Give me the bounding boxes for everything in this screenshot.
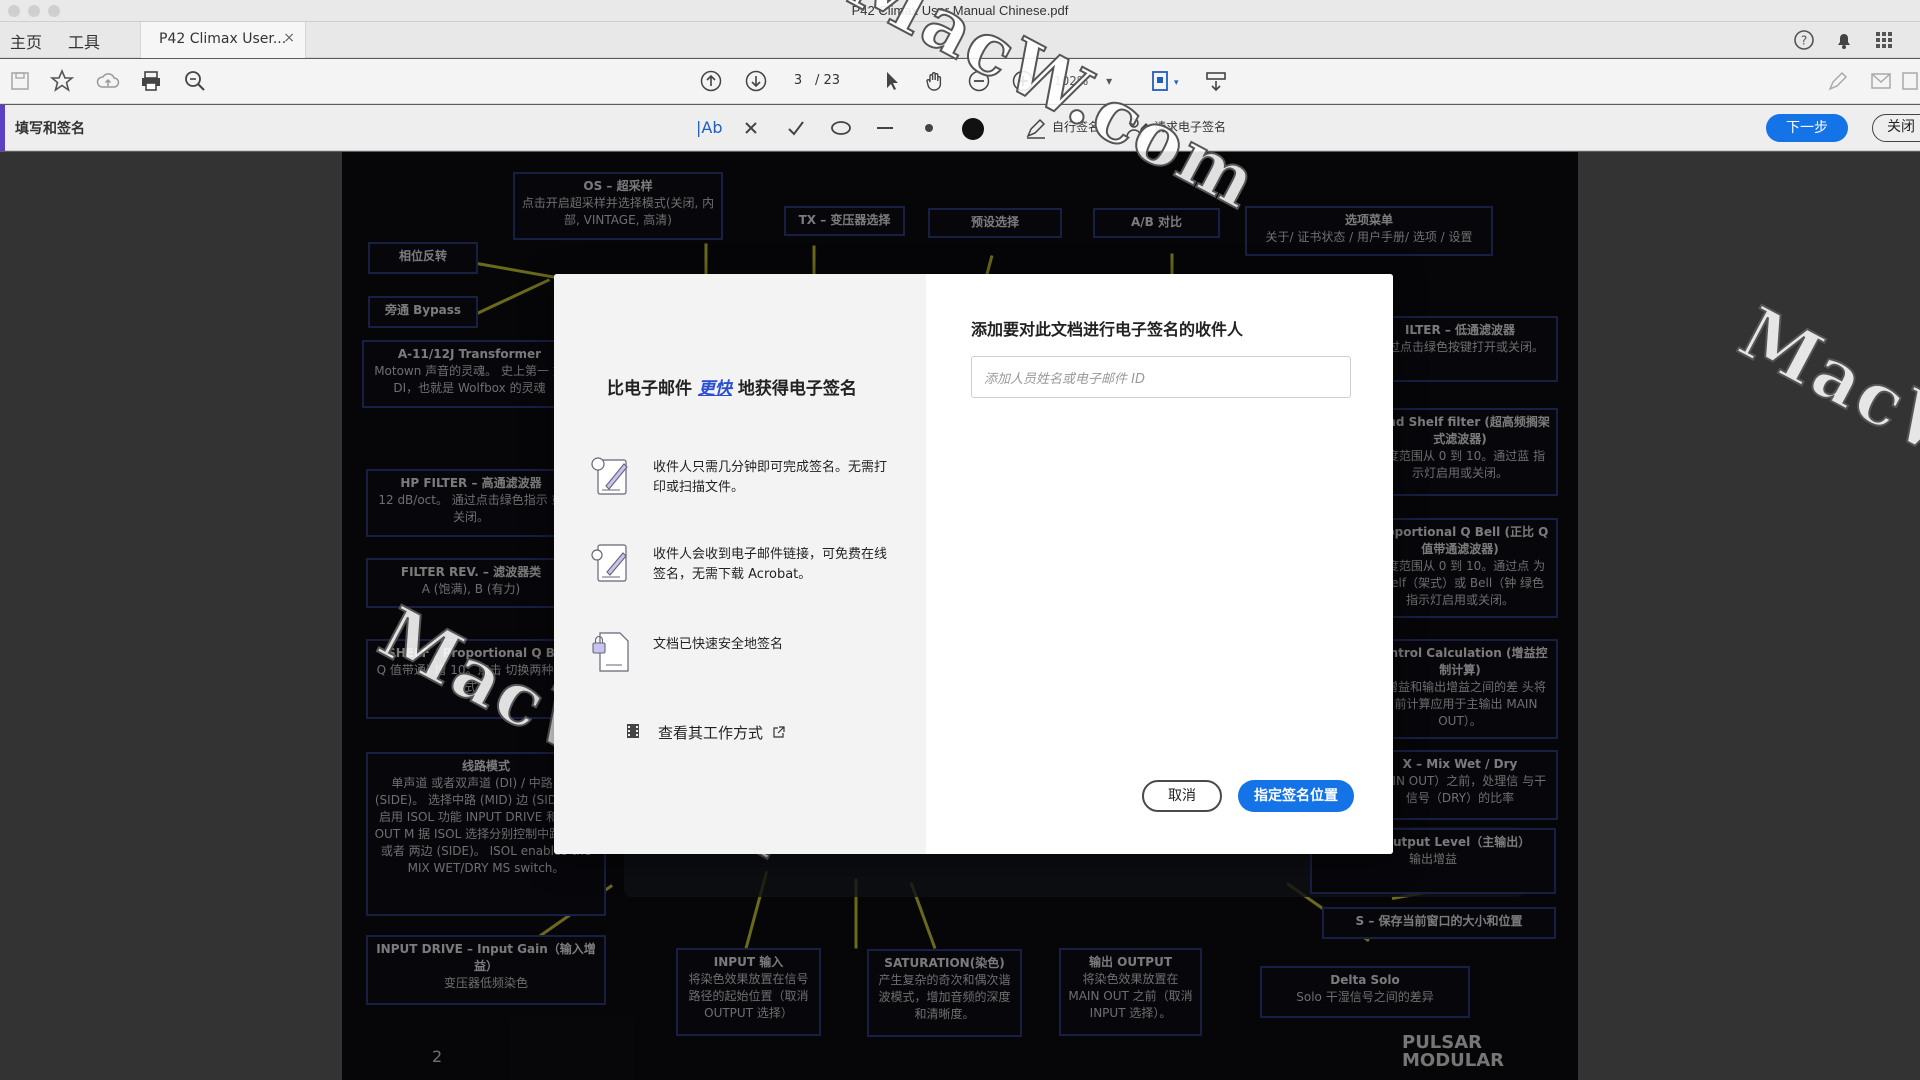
dialog-title: 添加要对此文档进行电子签名的收件人 bbox=[971, 320, 1244, 339]
email-link-sign-icon bbox=[591, 544, 627, 582]
see-how-it-works-link[interactable]: 查看其工作方式 bbox=[627, 722, 785, 743]
toolbar-accent bbox=[0, 105, 5, 151]
request-signature-dialog: 比电子邮件 更快 地获得电子签名 收件人只需几分钟即可完成签名。无需打印或扫描文… bbox=[554, 274, 1393, 854]
menu-home[interactable]: 主页 bbox=[10, 29, 42, 53]
add-text-tool[interactable]: |Ab bbox=[696, 116, 723, 140]
feature-text: 收件人只需几分钟即可完成签名。无需打印或扫描文件。 bbox=[653, 460, 888, 495]
color-picker-icon[interactable] bbox=[960, 116, 986, 142]
dialog-headline: 比电子邮件 更快 地获得电子签名 bbox=[607, 374, 857, 399]
next-button[interactable]: 下一步 bbox=[1766, 114, 1848, 142]
email-icon[interactable] bbox=[1869, 69, 1893, 93]
cloud-upload-icon[interactable] bbox=[96, 69, 120, 93]
page-total-label: / 23 bbox=[815, 73, 841, 88]
page-number-input[interactable]: 3 bbox=[778, 69, 818, 93]
print-icon[interactable] bbox=[139, 69, 163, 93]
dot-icon[interactable] bbox=[918, 117, 940, 139]
svg-text:?: ? bbox=[1801, 34, 1807, 48]
line-icon[interactable] bbox=[874, 117, 896, 139]
sign-pen-icon[interactable] bbox=[1826, 69, 1850, 93]
headline-emphasis: 更快 bbox=[697, 379, 732, 399]
select-cursor-icon[interactable] bbox=[880, 69, 904, 93]
close-tab-icon[interactable]: × bbox=[283, 30, 295, 46]
cross-mark-icon[interactable] bbox=[740, 117, 762, 139]
recipient-input[interactable]: 添加人员姓名或电子邮件 ID bbox=[971, 356, 1351, 398]
fill-and-sign-title: 填写和签名 bbox=[15, 121, 85, 137]
cancel-button[interactable]: 取消 bbox=[1142, 780, 1222, 812]
close-button[interactable]: 关闭 bbox=[1872, 114, 1920, 142]
previous-page-icon[interactable] bbox=[699, 69, 723, 93]
dialog-form-panel: 添加要对此文档进行电子签名的收件人 添加人员姓名或电子邮件 ID 取消 指定签名… bbox=[926, 274, 1393, 854]
menu-tools[interactable]: 工具 bbox=[68, 29, 100, 53]
headline-part: 比电子邮件 bbox=[607, 379, 692, 399]
bookmark-star-icon[interactable] bbox=[50, 69, 74, 93]
checkmark-icon[interactable] bbox=[785, 117, 807, 139]
save-icon[interactable] bbox=[8, 69, 32, 93]
hand-tool-icon[interactable] bbox=[923, 69, 947, 93]
specify-signature-location-button[interactable]: 指定签名位置 bbox=[1238, 780, 1354, 812]
see-how-it-works-label: 查看其工作方式 bbox=[658, 724, 764, 742]
notification-bell-icon[interactable] bbox=[1833, 29, 1855, 51]
apps-grid-icon[interactable] bbox=[1873, 29, 1895, 51]
fill-and-sign-toolbar: 填写和签名 |Ab 自行签名 请求电子签名 下一步 关闭 bbox=[0, 105, 1920, 151]
more-tools-icon[interactable] bbox=[1900, 69, 1920, 93]
video-icon bbox=[627, 724, 639, 738]
secure-document-icon bbox=[592, 632, 629, 672]
svg-text:▾: ▾ bbox=[1174, 78, 1179, 88]
document-tab-label: P42 Climax User... bbox=[159, 31, 287, 47]
headline-part: 地获得电子签名 bbox=[737, 379, 857, 399]
quick-sign-icon bbox=[591, 457, 628, 495]
dialog-info-panel: 比电子邮件 更快 地获得电子签名 收件人只需几分钟即可完成签名。无需打印或扫描文… bbox=[554, 274, 926, 854]
external-link-icon bbox=[773, 726, 785, 738]
feature-text: 文档已快速安全地签名 bbox=[653, 637, 784, 652]
help-icon[interactable]: ? bbox=[1793, 29, 1815, 51]
next-page-icon[interactable] bbox=[744, 69, 768, 93]
scroll-mode-icon[interactable] bbox=[1204, 69, 1228, 93]
zoom-out-search-icon[interactable] bbox=[183, 69, 207, 93]
feature-text: 收件人会收到电子邮件链接，可免费在线签名，无需下载 Acrobat。 bbox=[653, 547, 888, 582]
ellipse-icon[interactable] bbox=[829, 117, 853, 139]
document-tab[interactable]: P42 Climax User... × bbox=[140, 22, 306, 58]
